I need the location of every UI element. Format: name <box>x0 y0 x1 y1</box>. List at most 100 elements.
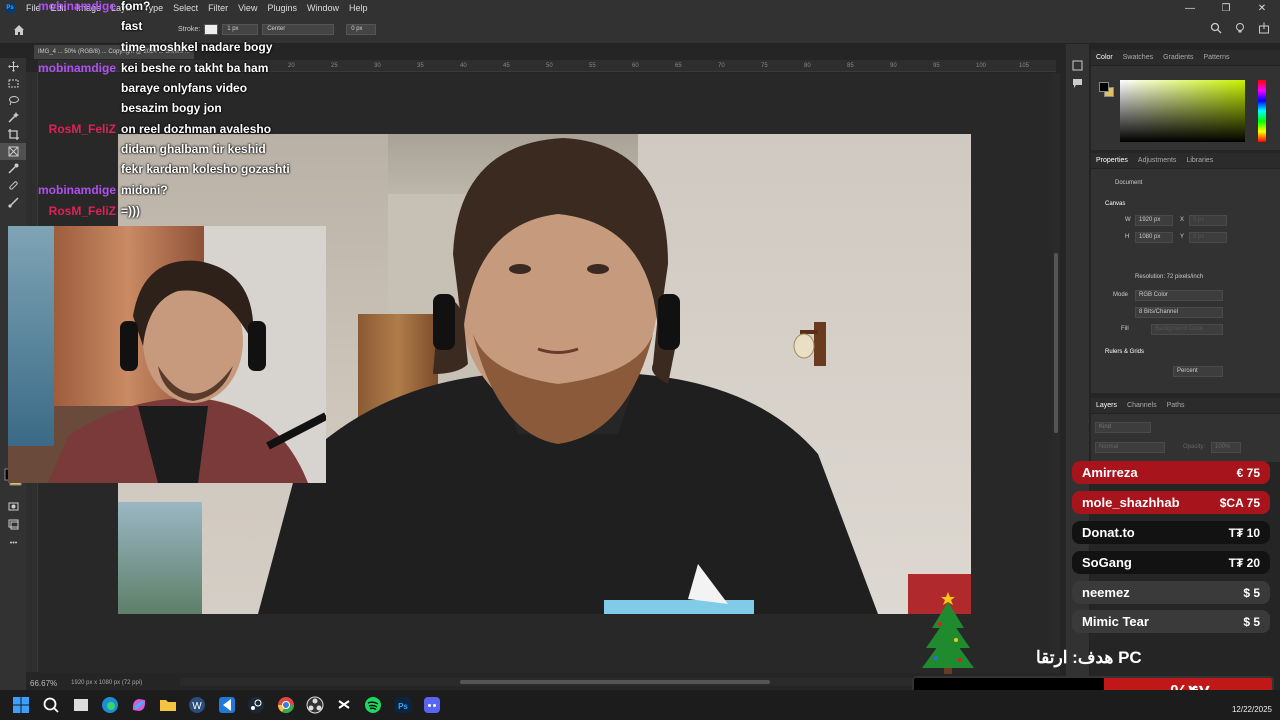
menu-help[interactable]: Help <box>344 0 373 16</box>
share-icon[interactable] <box>1258 22 1270 34</box>
windows-start-icon[interactable] <box>12 696 30 714</box>
donor-name: Donat.to <box>1082 525 1135 540</box>
lasso-tool-icon[interactable] <box>0 92 26 109</box>
ruler-tick-label: 65 <box>675 63 682 69</box>
frame-tool-icon[interactable] <box>0 143 26 160</box>
vertical-scrollbar[interactable] <box>1052 73 1060 673</box>
tab-channels[interactable]: Channels <box>1122 402 1162 409</box>
ruler-tick-label: 95 <box>933 63 940 69</box>
height-label: H <box>1125 234 1130 240</box>
comments-icon[interactable] <box>1072 78 1083 89</box>
photoshop-icon[interactable]: Ps <box>394 696 412 714</box>
move-tool-icon[interactable] <box>0 58 26 75</box>
wordpress-icon[interactable]: W <box>188 696 206 714</box>
history-icon[interactable] <box>1072 60 1083 71</box>
taskbar: W Ps 12/22/2025 <box>0 690 1280 720</box>
foreground-color-swatch[interactable] <box>1099 82 1109 92</box>
steam-icon[interactable] <box>247 696 265 714</box>
document-info[interactable]: 1920 px x 1080 px (72 ppi) <box>71 680 142 686</box>
spotify-icon[interactable] <box>364 696 382 714</box>
copilot-icon[interactable] <box>130 696 148 714</box>
donation-amount: $CA 75 <box>1219 495 1260 510</box>
tab-paths[interactable]: Paths <box>1162 402 1190 409</box>
search-icon[interactable] <box>1210 22 1222 34</box>
tab-color[interactable]: Color <box>1091 54 1118 61</box>
opacity-field[interactable]: 100% <box>1211 442 1241 453</box>
chat-text: fekr kardam kolesho gozashti <box>121 162 290 176</box>
canvas-x-field[interactable]: 0 px <box>1189 215 1227 226</box>
edge-browser-icon[interactable] <box>101 696 119 714</box>
chat-text: =))) <box>121 204 140 218</box>
chat-username: RosM_FeliZ <box>48 122 116 136</box>
chat-text: kei beshe ro takht ba ham <box>121 61 269 75</box>
streamer-secondary <box>48 260 326 483</box>
bit-depth-select[interactable]: 8 Bits/Channel <box>1135 307 1223 318</box>
canvas-width-field[interactable]: 1920 px <box>1135 215 1173 226</box>
layers-panel: Layers Channels Paths Kind Normal Opacit… <box>1091 398 1280 462</box>
donation-item: Donat.to T₮ 10 <box>1072 521 1270 544</box>
donor-name: mole_shazhhab <box>1082 495 1180 510</box>
maximize-button[interactable]: ❐ <box>1208 0 1244 16</box>
capcut-icon[interactable] <box>335 696 353 714</box>
photoshop-logo-icon: Ps <box>5 3 15 13</box>
chat-text: midoni? <box>121 183 168 197</box>
ruler-tick-label: 100 <box>976 63 987 69</box>
ruler-tick-label: 105 <box>1019 63 1030 69</box>
task-view-icon[interactable] <box>72 696 90 714</box>
screen-mode-icon[interactable] <box>0 516 26 533</box>
edit-toolbar-icon[interactable] <box>0 534 26 551</box>
home-icon[interactable] <box>12 23 26 37</box>
color-picker-field[interactable] <box>1120 80 1245 142</box>
fill-select[interactable]: Background Color <box>1151 324 1223 335</box>
tab-adjustments[interactable]: Adjustments <box>1133 157 1182 164</box>
vscode-icon[interactable] <box>218 696 236 714</box>
canvas-section-label[interactable]: Canvas <box>1105 201 1125 207</box>
donation-amount: € 75 <box>1236 465 1260 480</box>
eyedropper-tool-icon[interactable] <box>0 160 26 177</box>
ruler-tick-label: 85 <box>847 63 854 69</box>
tab-libraries[interactable]: Libraries <box>1181 157 1218 164</box>
fill-label: Fill <box>1121 326 1129 332</box>
tab-layers[interactable]: Layers <box>1091 402 1122 409</box>
mode-label: Mode <box>1113 292 1129 298</box>
tab-swatches[interactable]: Swatches <box>1118 54 1158 61</box>
magic-wand-tool-icon[interactable] <box>0 109 26 126</box>
canvas-y-field[interactable]: 0 px <box>1189 232 1227 243</box>
ruler-unit-select[interactable]: Percent <box>1173 366 1223 377</box>
donation-item: Amirreza € 75 <box>1072 461 1270 484</box>
mode-select[interactable]: RGB Color <box>1135 290 1223 301</box>
rulers-grids-label[interactable]: Rulers & Grids <box>1105 349 1144 355</box>
y-label: Y <box>1180 234 1185 240</box>
tab-properties[interactable]: Properties <box>1091 157 1133 164</box>
taskbar-date[interactable]: 12/22/2025 <box>1232 705 1272 714</box>
hue-slider[interactable] <box>1258 80 1266 142</box>
quick-mask-icon[interactable] <box>0 498 26 515</box>
marquee-tool-icon[interactable] <box>0 75 26 92</box>
tab-patterns[interactable]: Patterns <box>1198 54 1234 61</box>
opacity-label: Opacity: <box>1183 444 1206 450</box>
canvas-height-field[interactable]: 1080 px <box>1135 232 1173 243</box>
chat-username: RosM_FeliZ <box>48 204 116 218</box>
tab-gradients[interactable]: Gradients <box>1158 54 1198 61</box>
donor-name: SoGang <box>1082 555 1132 570</box>
christmas-tree-icon <box>922 592 974 674</box>
file-explorer-icon[interactable] <box>159 696 177 714</box>
search-icon[interactable] <box>42 696 60 714</box>
brush-tool-icon[interactable] <box>0 194 26 211</box>
minimize-button[interactable]: — <box>1172 0 1208 16</box>
document-label: Document <box>1115 180 1143 186</box>
obs-icon[interactable] <box>306 696 324 714</box>
chat-username: mobinamdige <box>37 183 116 197</box>
lightbulb-icon[interactable] <box>1234 22 1246 34</box>
close-button[interactable]: ✕ <box>1244 0 1280 16</box>
zoom-level[interactable]: 66.67% <box>30 679 57 688</box>
layer-kind-filter[interactable]: Kind <box>1095 422 1151 433</box>
corner-radius-field[interactable]: 0 px <box>346 24 377 35</box>
chrome-icon[interactable] <box>277 696 295 714</box>
crop-tool-icon[interactable] <box>0 126 26 143</box>
blend-mode-select[interactable]: Normal <box>1095 442 1165 453</box>
discord-icon[interactable] <box>423 696 441 714</box>
chat-overlay: mobinamdige fom? fast time moshkel nadar… <box>30 0 330 224</box>
healing-brush-tool-icon[interactable] <box>0 177 26 194</box>
goal-title: هدف: ارتقا PC <box>1036 648 1142 667</box>
